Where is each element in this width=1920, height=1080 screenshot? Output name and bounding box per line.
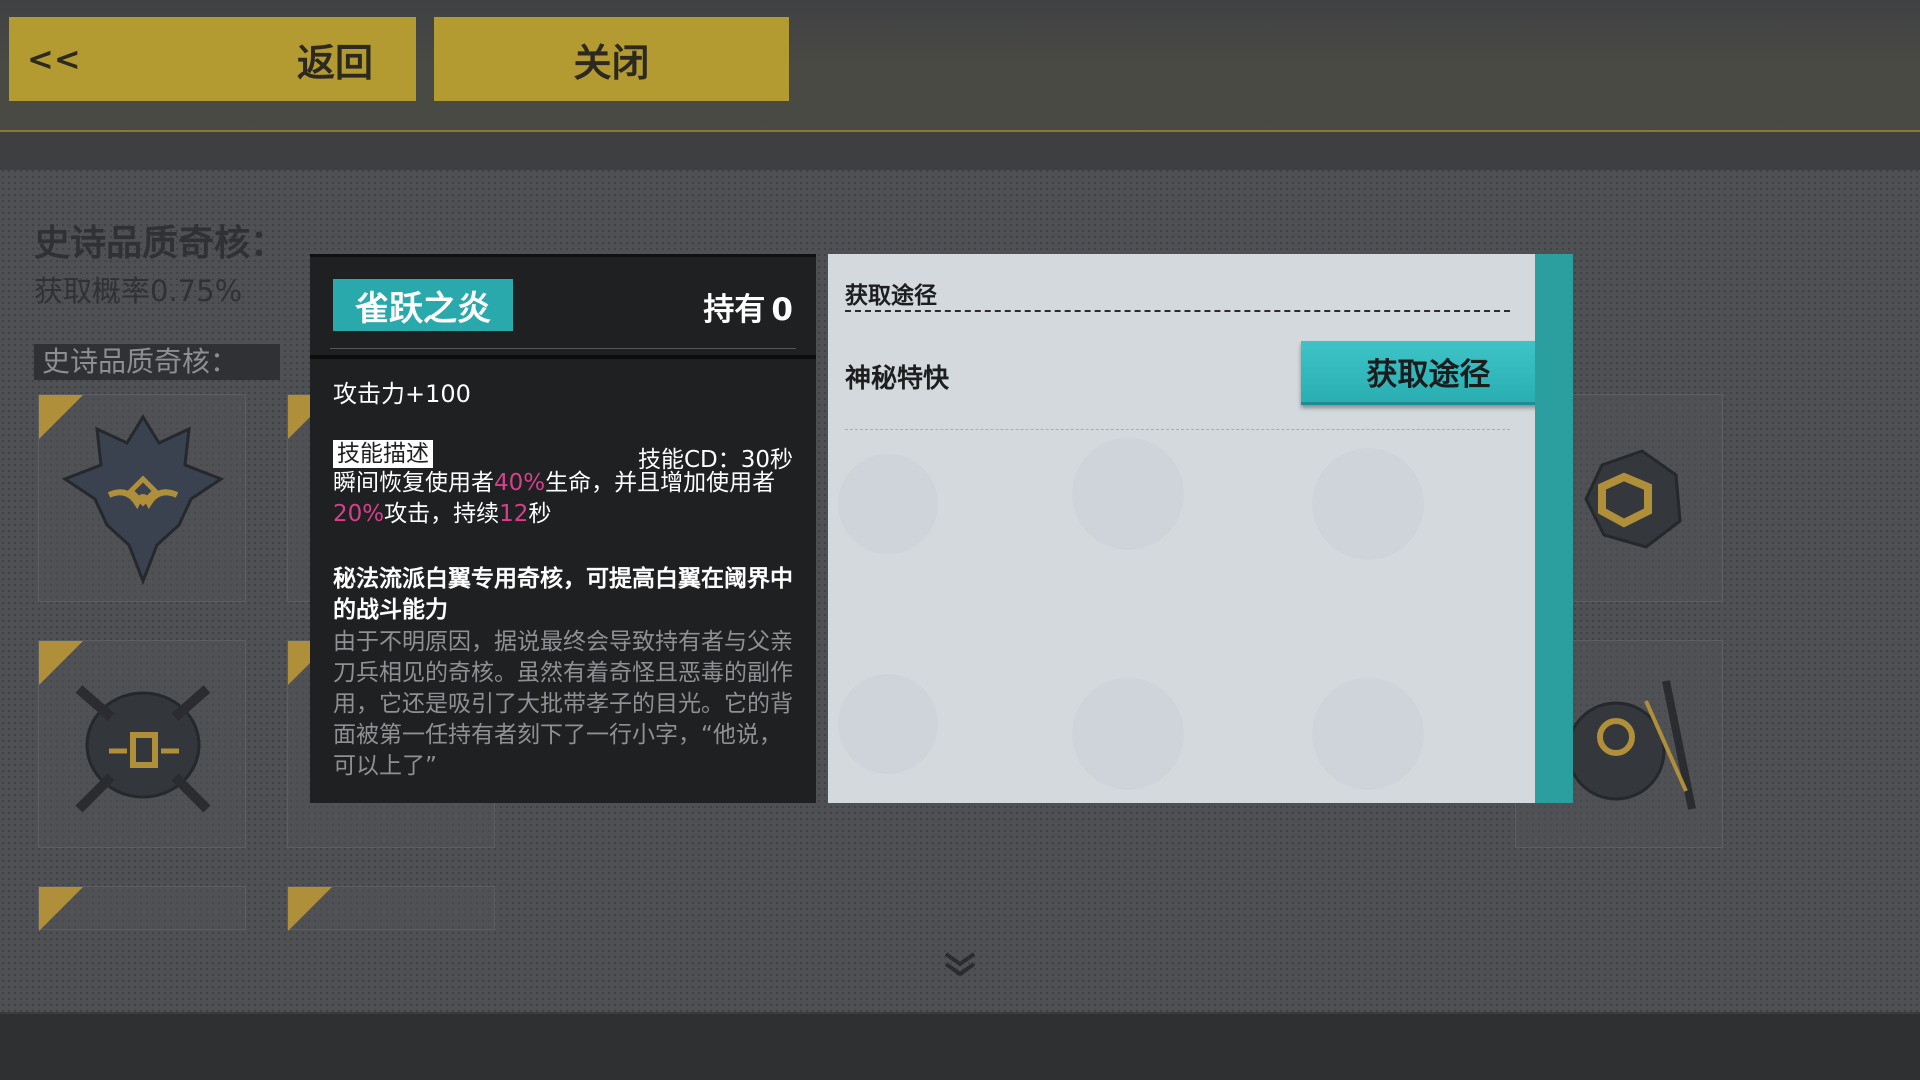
epic-drop-rate: 获取概率0.75% [34, 274, 243, 308]
bottom-bar-edge [0, 1012, 1920, 1014]
divider [310, 355, 816, 359]
skill-duration-value: 12 [499, 501, 529, 527]
item-detail-panel: 雀跃之炎 持有 0 攻击力+100 技能描述 技能CD：30秒 瞬间恢复使用者40… [310, 254, 816, 803]
epic-section-tag: 史诗品质奇核： [34, 344, 280, 380]
bottom-bar [0, 1012, 1920, 1080]
entry-divider [845, 429, 1510, 430]
skill-description: 瞬间恢复使用者40%生命，并且增加使用者 20%攻击，持续12秒 [333, 468, 799, 530]
attack-stat: 攻击力+100 [333, 380, 471, 408]
owned-count: 持有 0 [697, 284, 793, 329]
skill-text: 秒 [528, 501, 552, 527]
panel-accent-bar [1535, 254, 1573, 803]
core-skull-icon [75, 685, 211, 813]
source-name: 神秘特快 [845, 364, 950, 394]
tile-corner-marker [39, 887, 83, 931]
core-crest-icon [61, 414, 225, 586]
back-arrows-icon: << [27, 40, 81, 78]
close-button[interactable]: 关闭 [434, 17, 789, 101]
skill-heal-value: 40% [494, 470, 546, 496]
back-label: 返回 [297, 40, 374, 85]
back-button[interactable]: << 返回 [9, 17, 416, 101]
skill-text: 攻击，持续 [384, 501, 500, 527]
skill-attack-value: 20% [333, 501, 385, 527]
panel-top-line [310, 254, 816, 257]
core-tile[interactable] [38, 640, 246, 848]
owned-label: 持有 [703, 292, 766, 328]
acquisition-header: 获取途径 [845, 283, 937, 309]
background-silhouettes [838, 438, 1424, 790]
skill-text: 瞬间恢复使用者 [333, 470, 494, 496]
epic-quality-title: 史诗品质奇核： [34, 223, 287, 264]
tile-corner-marker [288, 887, 332, 931]
divider [330, 348, 796, 349]
acquisition-button[interactable]: 获取途径 [1301, 341, 1556, 405]
owned-value: 0 [771, 292, 793, 328]
core-tile[interactable] [38, 886, 246, 931]
top-bar-band [0, 132, 1920, 170]
skill-description-tag: 技能描述 [333, 440, 433, 468]
acquisition-panel: 获取途径 神秘特快 获取途径 [828, 254, 1573, 803]
core-description: 秘法流派白翼专用奇核，可提高白翼在阈界中的战斗能力 [333, 566, 793, 623]
skill-text: 生命，并且增加使用者 [545, 470, 776, 496]
header-divider [845, 310, 1510, 312]
item-name-badge: 雀跃之炎 [333, 279, 513, 331]
flavor-text: 由于不明原因，据说最终会导致持有者与父亲刀兵相见的奇核。虽然有着奇怪且恶毒的副作… [333, 629, 793, 779]
core-tile[interactable] [287, 886, 495, 931]
scroll-down-chevron-icon[interactable] [940, 950, 980, 980]
core-tile[interactable] [38, 394, 246, 602]
